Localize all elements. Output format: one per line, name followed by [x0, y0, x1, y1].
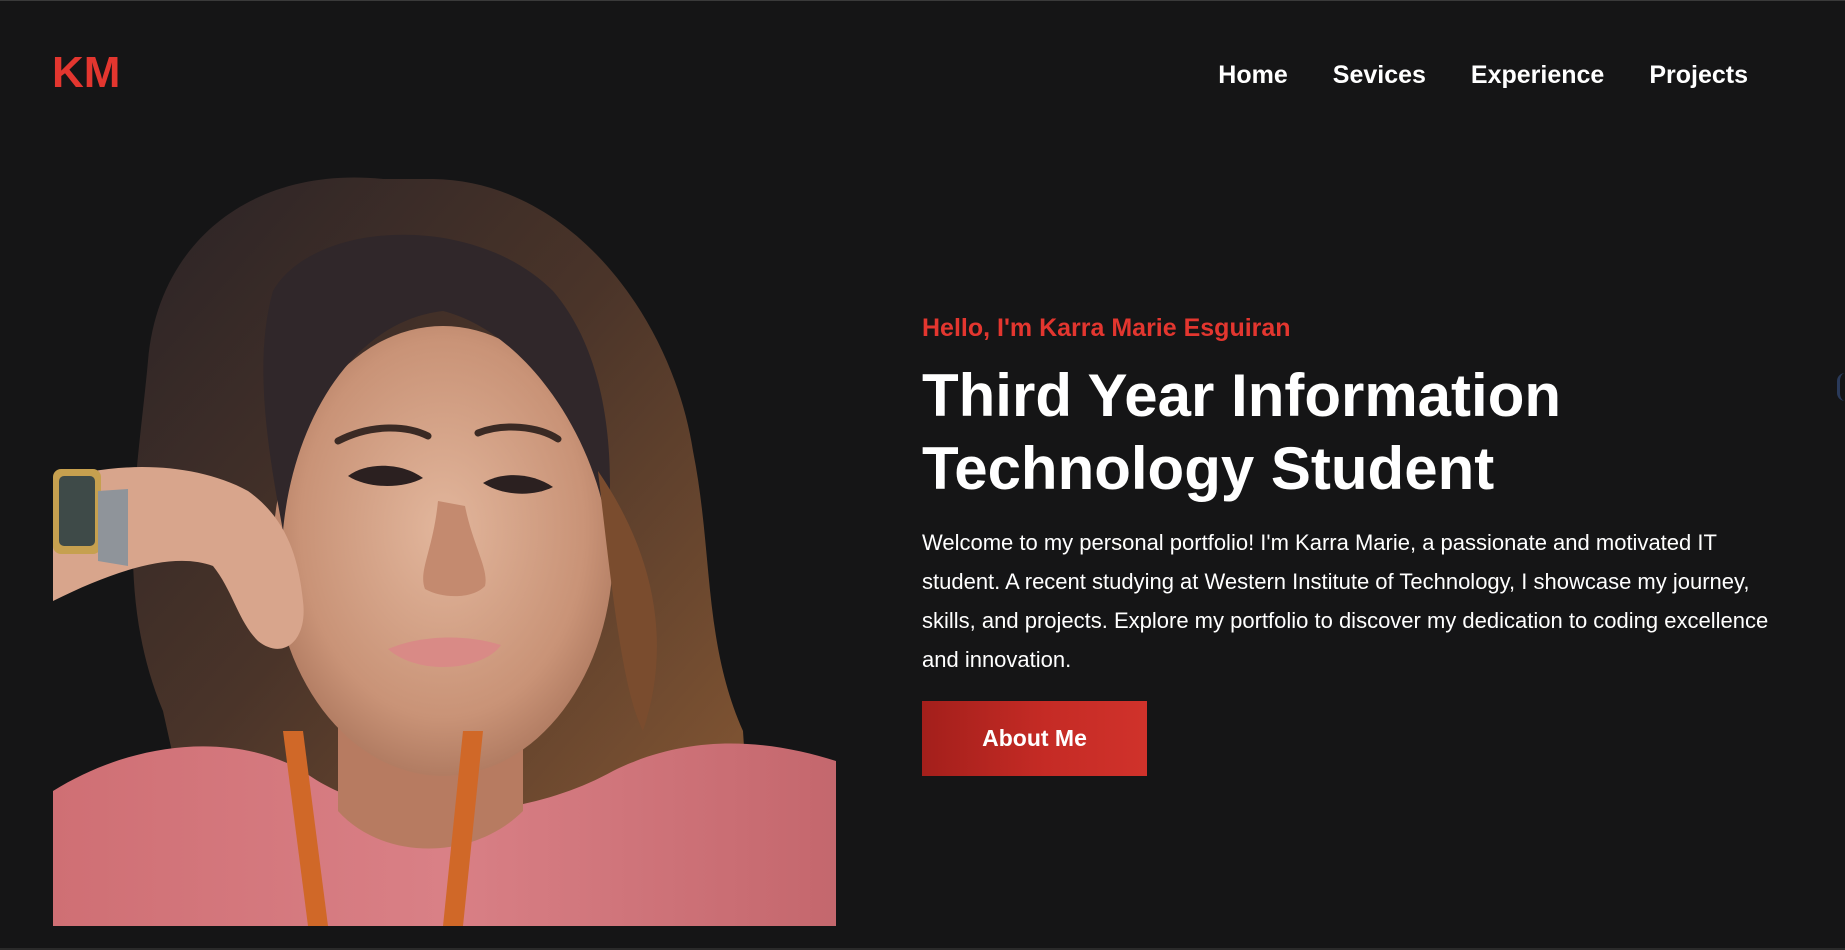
hero-section: Hello, I'm Karra Marie Esguiran Third Ye…: [922, 313, 1792, 777]
portrait-illustration: [53, 171, 836, 926]
nav-item-experience[interactable]: Experience: [1471, 63, 1604, 88]
scroll-edge-indicator: [1837, 373, 1845, 401]
nav-item-services[interactable]: Sevices: [1333, 63, 1426, 88]
portfolio-page: KM Home Sevices Experience Projects Hell…: [0, 0, 1845, 950]
nav-item-home[interactable]: Home: [1218, 63, 1287, 88]
profile-photo: [53, 171, 836, 926]
main-nav: Home Sevices Experience Projects: [1218, 63, 1748, 88]
hero-headline: Third Year Information Technology Studen…: [922, 362, 1561, 503]
hero-greeting: Hello, I'm Karra Marie Esguiran: [922, 314, 1291, 342]
site-logo[interactable]: KM: [52, 51, 120, 95]
about-me-button[interactable]: About Me: [922, 701, 1147, 777]
nav-item-projects[interactable]: Projects: [1649, 63, 1748, 88]
hero-intro: Welcome to my personal portfolio! I'm Ka…: [922, 530, 1769, 673]
